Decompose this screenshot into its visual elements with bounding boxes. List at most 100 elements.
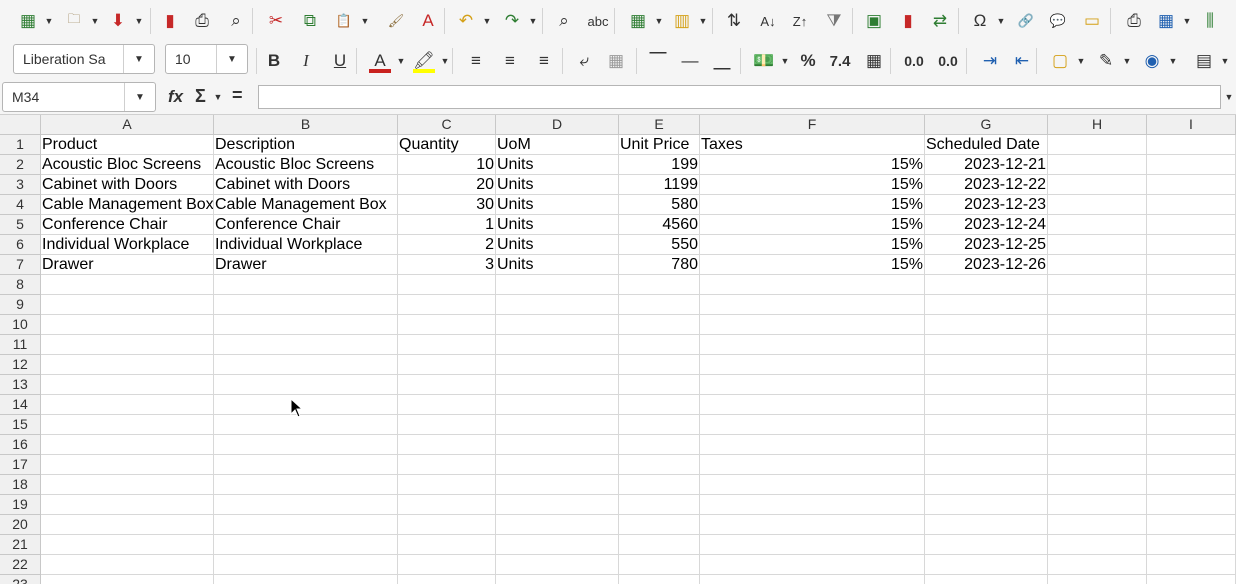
empty-cell[interactable]	[1048, 215, 1147, 235]
empty-cell[interactable]	[1048, 255, 1147, 275]
border-style-icon[interactable]: ✎	[1092, 47, 1120, 75]
empty-cell[interactable]	[1147, 335, 1236, 355]
empty-cell[interactable]	[214, 315, 398, 335]
data-cell[interactable]: 2023-12-25	[925, 235, 1048, 255]
data-cell[interactable]: Individual Workplace	[214, 235, 398, 255]
row-header-23[interactable]: 23	[0, 575, 41, 584]
open-folder-icon[interactable]: 🗀	[60, 7, 88, 35]
chevron-down-icon[interactable]: ▼	[1168, 47, 1178, 75]
empty-cell[interactable]	[619, 435, 700, 455]
empty-cell[interactable]	[1147, 555, 1236, 575]
empty-cell[interactable]	[496, 455, 619, 475]
empty-cell[interactable]	[496, 335, 619, 355]
empty-cell[interactable]	[700, 475, 925, 495]
empty-cell[interactable]	[1147, 535, 1236, 555]
number-format-icon[interactable]: 7.4	[826, 47, 854, 75]
data-cell[interactable]: 15%	[700, 215, 925, 235]
column-header-c[interactable]: C	[398, 115, 496, 135]
cut-icon[interactable]: ✂	[262, 7, 290, 35]
data-cell[interactable]: Units	[496, 215, 619, 235]
empty-cell[interactable]	[214, 495, 398, 515]
empty-cell[interactable]	[1147, 495, 1236, 515]
empty-cell[interactable]	[925, 335, 1048, 355]
data-cell[interactable]: 2023-12-22	[925, 175, 1048, 195]
empty-cell[interactable]	[214, 555, 398, 575]
column-header-b[interactable]: B	[214, 115, 398, 135]
empty-cell[interactable]	[41, 355, 214, 375]
chevron-down-icon[interactable]: ▼	[698, 7, 708, 35]
empty-cell[interactable]	[41, 435, 214, 455]
data-cell[interactable]: Conference Chair	[214, 215, 398, 235]
data-cell[interactable]: 1	[398, 215, 496, 235]
special-character-icon[interactable]: Ω	[966, 7, 994, 35]
empty-cell[interactable]	[398, 495, 496, 515]
empty-cell[interactable]	[1147, 235, 1236, 255]
empty-cell[interactable]	[925, 535, 1048, 555]
empty-cell[interactable]	[925, 575, 1048, 584]
empty-cell[interactable]	[496, 515, 619, 535]
row-header-2[interactable]: 2	[0, 155, 41, 175]
print-icon[interactable]: ⎙	[188, 7, 216, 35]
data-cell[interactable]: Units	[496, 195, 619, 215]
center-vertically-icon[interactable]: —	[676, 47, 704, 75]
delete-decimal-icon[interactable]: 0.0	[934, 47, 962, 75]
empty-cell[interactable]	[41, 275, 214, 295]
data-cell[interactable]: Units	[496, 255, 619, 275]
chevron-down-icon[interactable]: ▼	[482, 7, 492, 35]
data-cell[interactable]: Units	[496, 235, 619, 255]
empty-cell[interactable]	[496, 295, 619, 315]
column-header-i[interactable]: I	[1147, 115, 1236, 135]
data-cell[interactable]: 4560	[619, 215, 700, 235]
row-header-10[interactable]: 10	[0, 315, 41, 335]
empty-cell[interactable]	[1048, 555, 1147, 575]
border-color-icon[interactable]: ◉	[1138, 47, 1166, 75]
empty-cell[interactable]	[700, 455, 925, 475]
insert-image-icon[interactable]: ▣	[860, 7, 888, 35]
header-cell[interactable]: Taxes	[700, 135, 925, 155]
empty-cell[interactable]	[1048, 275, 1147, 295]
data-cell[interactable]: 550	[619, 235, 700, 255]
print-area-icon[interactable]: ⎙	[1120, 7, 1148, 35]
empty-cell[interactable]	[700, 375, 925, 395]
empty-cell[interactable]	[1048, 355, 1147, 375]
formula-input[interactable]	[258, 85, 1221, 109]
insert-chart-icon[interactable]: ▮	[894, 7, 922, 35]
empty-cell[interactable]	[700, 515, 925, 535]
empty-cell[interactable]	[398, 315, 496, 335]
empty-cell[interactable]	[398, 475, 496, 495]
empty-cell[interactable]	[1147, 575, 1236, 584]
empty-cell[interactable]	[398, 435, 496, 455]
header-cell[interactable]: Unit Price	[619, 135, 700, 155]
hyperlink-icon[interactable]: 🔗	[1012, 7, 1040, 35]
empty-cell[interactable]	[41, 335, 214, 355]
data-cell[interactable]: 2023-12-21	[925, 155, 1048, 175]
empty-cell[interactable]	[214, 575, 398, 584]
empty-cell[interactable]	[925, 395, 1048, 415]
currency-format-icon[interactable]: 💵	[750, 47, 778, 75]
empty-cell[interactable]	[496, 495, 619, 515]
font-name-combo[interactable]: Liberation Sa ▼	[13, 44, 155, 74]
row-header-16[interactable]: 16	[0, 435, 41, 455]
empty-cell[interactable]	[1147, 415, 1236, 435]
date-format-icon[interactable]: ▦	[860, 47, 888, 75]
data-cell[interactable]: Drawer	[41, 255, 214, 275]
empty-cell[interactable]	[398, 515, 496, 535]
row-header-21[interactable]: 21	[0, 535, 41, 555]
bold-icon[interactable]: B	[260, 47, 288, 75]
empty-cell[interactable]	[619, 495, 700, 515]
chevron-down-icon[interactable]: ▼	[654, 7, 664, 35]
font-size-combo[interactable]: 10 ▼	[165, 44, 248, 74]
clear-formatting-icon[interactable]: A	[414, 7, 442, 35]
pivot-table-icon[interactable]: ⇄	[926, 7, 954, 35]
empty-cell[interactable]	[214, 295, 398, 315]
empty-cell[interactable]	[1048, 155, 1147, 175]
empty-cell[interactable]	[1048, 455, 1147, 475]
row-header-1[interactable]: 1	[0, 135, 41, 155]
empty-cell[interactable]	[1147, 315, 1236, 335]
sum-button[interactable]: Σ	[195, 86, 206, 107]
row-header-11[interactable]: 11	[0, 335, 41, 355]
borders-icon[interactable]: ▢	[1046, 47, 1074, 75]
row-header-15[interactable]: 15	[0, 415, 41, 435]
column-header-h[interactable]: H	[1048, 115, 1147, 135]
chevron-down-icon[interactable]: ▼	[44, 7, 54, 35]
